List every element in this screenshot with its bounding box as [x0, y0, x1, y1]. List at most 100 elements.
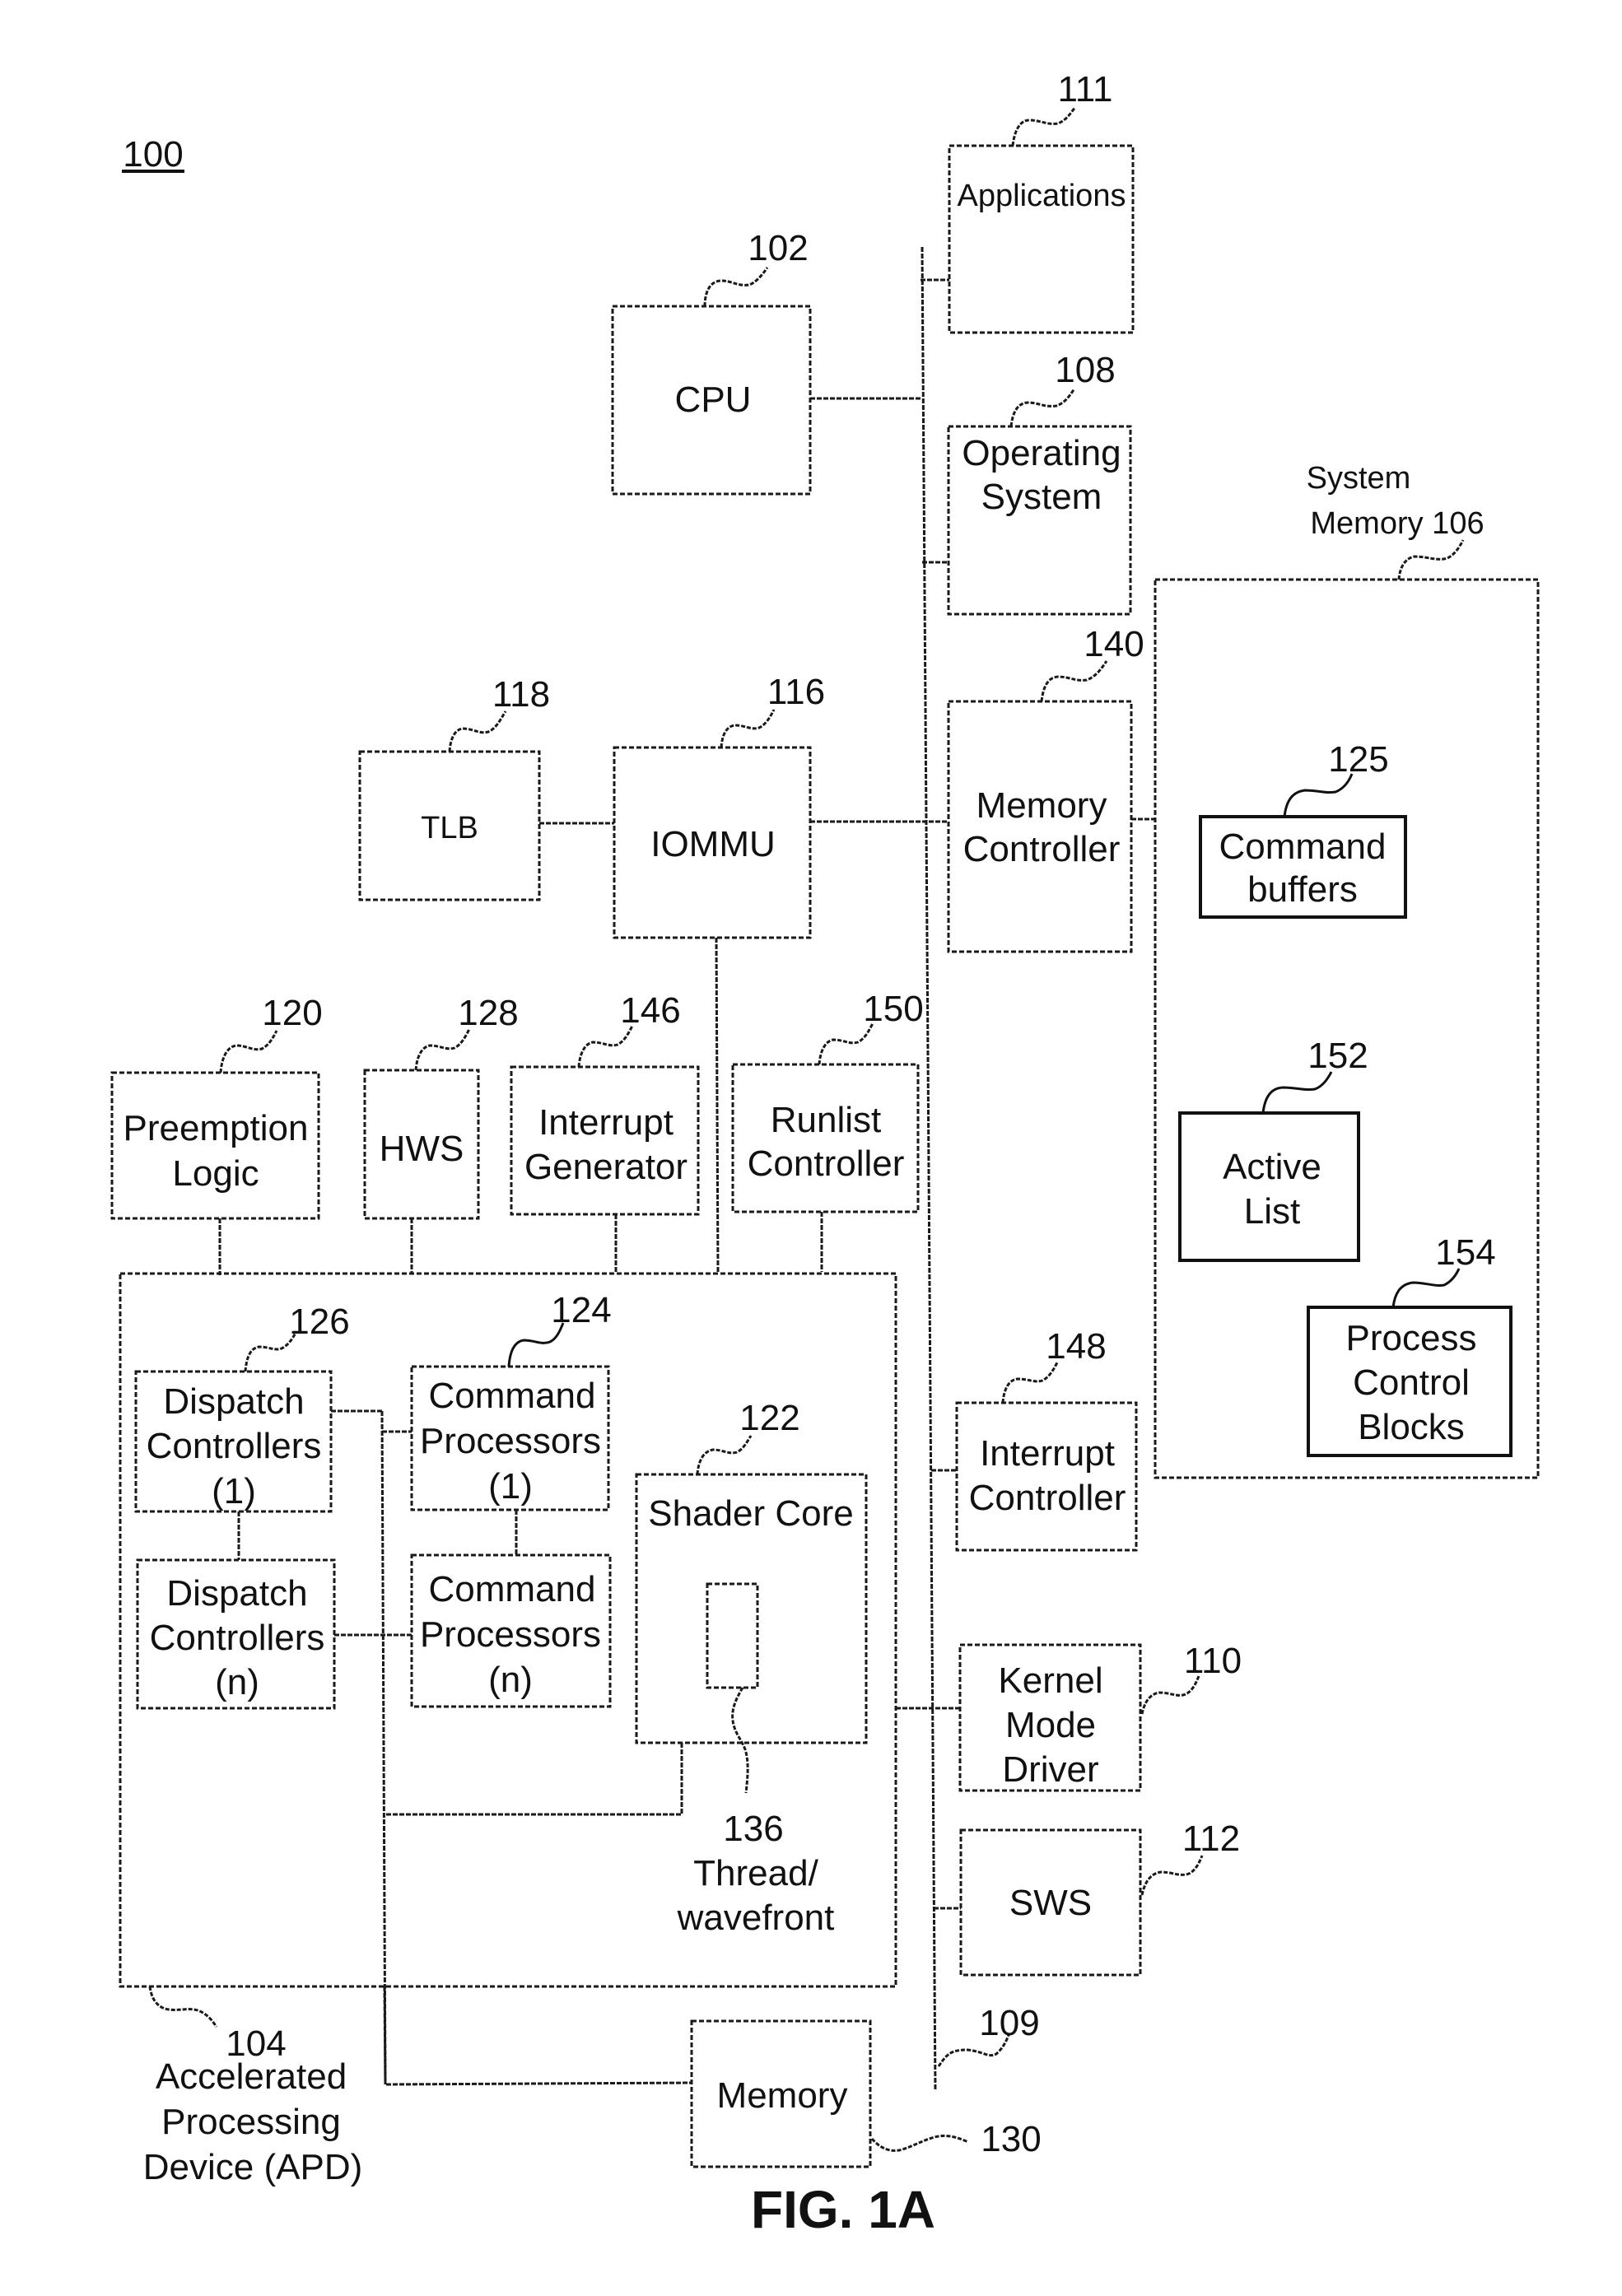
operating-system-leader: [1009, 388, 1076, 427]
applications-block[interactable]: Applications 111: [921, 69, 1135, 334]
preemption-logic-label-line2: Logic: [172, 1153, 259, 1194]
memory-controller-leader: [1040, 660, 1108, 702]
kernel-mode-driver-label-line1: Kernel: [998, 1660, 1102, 1701]
preemption-logic-label-line1: Preemption: [123, 1108, 308, 1148]
active-list-ref: 152: [1307, 1036, 1368, 1076]
memory-controller-ref: 140: [1084, 624, 1144, 664]
dispatch-controllers-1-line2: Controllers: [147, 1426, 322, 1466]
sws-leader: [1140, 1855, 1204, 1896]
kernel-mode-driver-block[interactable]: Kernel Mode Driver 110: [896, 1641, 1242, 1792]
interrupt-controller-block[interactable]: Interrupt Controller 148: [931, 1326, 1138, 1552]
shader-core-ref: 122: [739, 1398, 799, 1438]
process-control-blocks-ref: 154: [1435, 1232, 1495, 1273]
hws-block[interactable]: HWS 128: [363, 993, 519, 1274]
process-control-blocks-block[interactable]: Process Control Blocks 154: [1307, 1232, 1512, 1457]
system-memory-label-line1: System: [1307, 461, 1411, 496]
bus-ref: 109: [979, 2003, 1039, 2043]
interrupt-generator-ref: 146: [620, 990, 680, 1031]
command-processors-1-line1: Command: [429, 1376, 596, 1416]
command-buffers-block[interactable]: Command buffers 125: [1199, 739, 1407, 919]
cpu-label: CPU: [675, 380, 752, 420]
runlist-controller-label-line1: Runlist: [771, 1100, 882, 1140]
memory-controller-block[interactable]: Memory Controller 140: [947, 624, 1155, 953]
memory-label: Memory: [717, 2075, 848, 2116]
active-list-block[interactable]: Active List 152: [1178, 1036, 1368, 1262]
tlb-label: TLB: [421, 811, 478, 845]
active-list-label-line1: Active: [1223, 1147, 1321, 1187]
command-processors-1-line3: (1): [488, 1466, 533, 1507]
command-processors-1-ref: 124: [551, 1290, 611, 1330]
operating-system-block[interactable]: Operating System 108: [922, 350, 1132, 616]
operating-system-ref: 108: [1055, 350, 1115, 390]
runlist-controller-label-line2: Controller: [748, 1143, 905, 1184]
operating-system-label-line1: Operating: [962, 433, 1121, 473]
runlist-controller-block[interactable]: Runlist Controller 150: [731, 989, 924, 1272]
process-control-blocks-leader: [1391, 1268, 1461, 1308]
runlist-controller-leader: [818, 1022, 874, 1065]
dispatch-controllers-n-block[interactable]: Dispatch Controllers (n): [136, 1558, 336, 1710]
command-buffers-ref: 125: [1328, 739, 1388, 780]
shader-core-internal-connector: [384, 1743, 683, 1816]
shader-core-label: Shader Core: [648, 1493, 853, 1534]
cpu-block[interactable]: CPU 102: [611, 228, 921, 496]
apd-label-line2: Processing: [161, 2102, 341, 2142]
runlist-controller-ref: 150: [863, 989, 923, 1029]
applications-leader: [1011, 106, 1077, 147]
applications-label: Applications: [958, 179, 1126, 213]
command-buffers-label-line1: Command: [1219, 827, 1387, 867]
memory-controller-label-line1: Memory: [976, 785, 1107, 826]
sws-ref: 112: [1182, 1819, 1240, 1859]
interrupt-controller-label-line2: Controller: [969, 1478, 1126, 1518]
hws-leader: [414, 1028, 471, 1071]
dispatch-controllers-1-ref: 126: [289, 1302, 349, 1342]
kernel-mode-driver-label-line2: Mode: [1005, 1705, 1096, 1745]
cpu-leader: [703, 267, 769, 307]
memory-leader: [870, 2134, 969, 2152]
command-processors-n-line1: Command: [429, 1569, 596, 1609]
thread-wavefront-label-line2: wavefront: [677, 1898, 835, 1938]
dispatch-controllers-n-line2: Controllers: [150, 1618, 325, 1658]
command-processors-1-line2: Processors: [420, 1421, 601, 1461]
dispatch-controllers-1-line3: (1): [212, 1471, 256, 1511]
tlb-leader: [448, 710, 507, 752]
interrupt-generator-block[interactable]: Interrupt Generator 146: [510, 990, 700, 1273]
process-control-blocks-label-line1: Process: [1346, 1318, 1477, 1358]
process-control-blocks-label-line2: Control: [1353, 1362, 1470, 1403]
memory-controller-label-line2: Controller: [963, 829, 1121, 869]
kernel-mode-driver-leader: [1140, 1675, 1200, 1715]
command-buffers-label-line2: buffers: [1247, 869, 1358, 910]
command-buffers-leader: [1283, 773, 1354, 817]
apd-label-line3: Device (APD): [143, 2147, 363, 2187]
command-processors-1-block[interactable]: Command Processors (1) 124: [410, 1290, 612, 1511]
cpu-ref: 102: [748, 228, 808, 268]
sws-block[interactable]: SWS 112: [934, 1819, 1240, 1977]
tlb-ref: 118: [492, 674, 550, 715]
tlb-block[interactable]: TLB 118: [358, 674, 614, 901]
hws-label: HWS: [380, 1129, 464, 1169]
thread-wavefront-label-line1: Thread/: [693, 1853, 818, 1893]
sws-label: SWS: [1009, 1883, 1092, 1923]
command-processors-n-block[interactable]: Command Processors (n): [410, 1553, 612, 1708]
interrupt-generator-label-line1: Interrupt: [538, 1102, 674, 1143]
bus-line: [921, 246, 937, 2092]
figure-number-label: 100: [123, 134, 183, 175]
active-list-label-line2: List: [1244, 1191, 1300, 1232]
interrupt-generator-label-line2: Generator: [524, 1147, 687, 1187]
memory-ref: 130: [981, 2119, 1041, 2159]
interrupt-controller-label-line1: Interrupt: [980, 1433, 1115, 1474]
preemption-logic-block[interactable]: Preemption Logic 120: [110, 993, 323, 1275]
process-control-blocks-label-line3: Blocks: [1358, 1407, 1465, 1447]
active-list-leader: [1261, 1071, 1333, 1114]
kernel-mode-driver-label-line3: Driver: [1002, 1749, 1098, 1790]
apd-leader: [148, 1986, 218, 2028]
system-memory-label-line2: Memory 106: [1310, 506, 1484, 541]
dispatch-controllers-1-block[interactable]: Dispatch Controllers (1) 126: [134, 1302, 350, 1513]
apd-memory-connector: [383, 1986, 692, 2086]
shader-core-block[interactable]: Shader Core 122 136 Thread/ wavefront: [635, 1398, 868, 1938]
system-memory-block[interactable]: System Memory 106 Command buffers 125 Ac…: [1154, 461, 1540, 1479]
preemption-logic-leader: [219, 1030, 278, 1073]
patent-figure-canvas: 100 109 Applications 111 CPU 102 Operati…: [110, 69, 1540, 2239]
kernel-mode-driver-ref: 110: [1184, 1641, 1242, 1681]
iommu-apd-connector: [715, 937, 720, 1273]
shader-core-leader: [696, 1435, 753, 1475]
